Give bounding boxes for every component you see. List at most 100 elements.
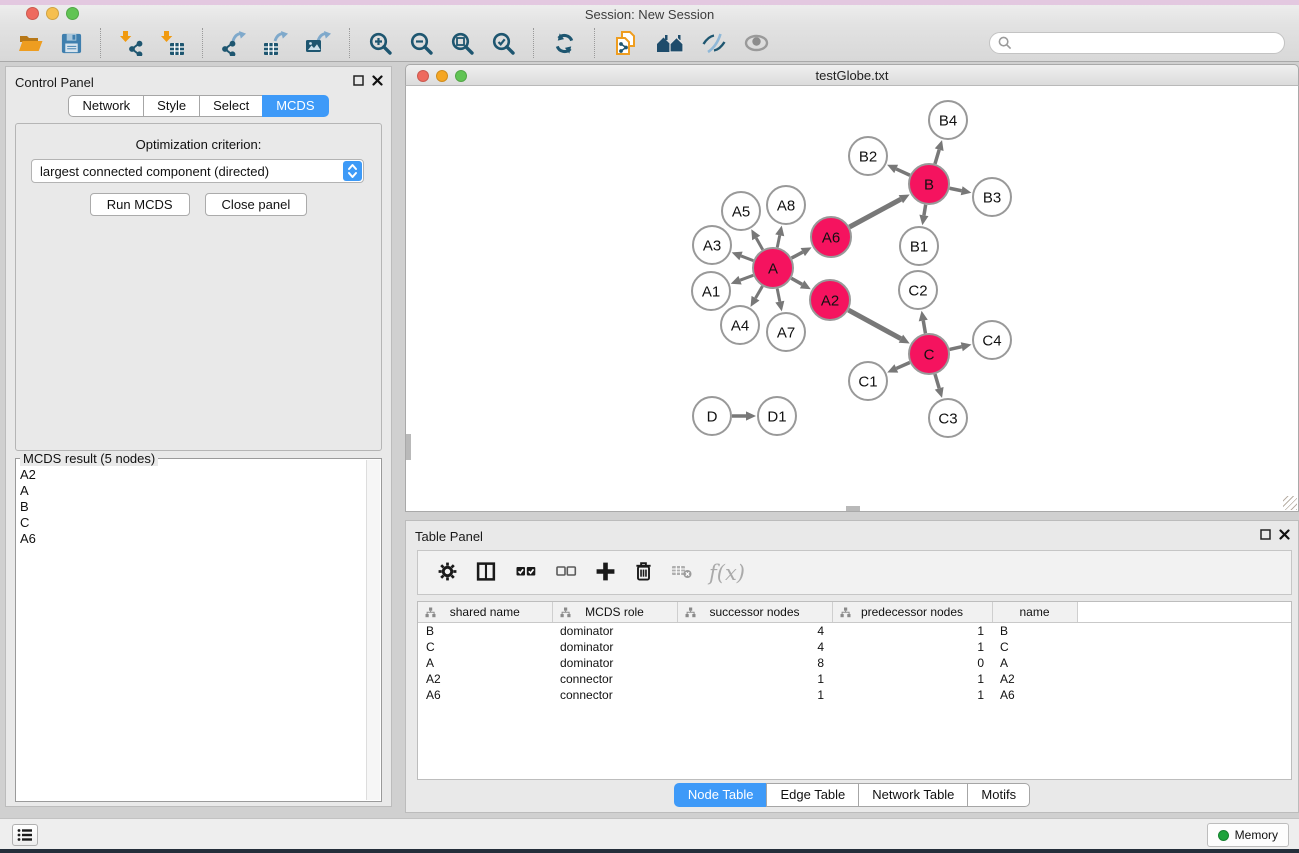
close-panel-icon[interactable]: [372, 75, 383, 86]
result-item[interactable]: A6: [18, 531, 365, 547]
result-item[interactable]: C: [18, 515, 365, 531]
table-cell: 4: [677, 639, 832, 655]
tab-mcds[interactable]: MCDS: [262, 95, 328, 117]
column-header-shared-name[interactable]: shared name: [418, 602, 552, 623]
window-resize-handle[interactable]: [1283, 496, 1297, 510]
graph-edge[interactable]: [896, 362, 909, 368]
optimization-criterion-dropdown[interactable]: largest connected component (directed): [31, 159, 364, 183]
select-all-columns-button[interactable]: [513, 560, 539, 586]
table-row[interactable]: Cdominator41C: [418, 639, 1291, 655]
deselect-all-columns-icon: [555, 562, 577, 584]
import-network-button[interactable]: [115, 28, 148, 58]
network-overview-button[interactable]: [652, 29, 689, 57]
search-box[interactable]: [989, 32, 1285, 54]
search-input[interactable]: [1012, 35, 1276, 51]
table-row[interactable]: Bdominator41B: [418, 623, 1291, 640]
table-tab-motifs[interactable]: Motifs: [967, 783, 1030, 807]
network-canvas[interactable]: B4B2BB3A8A5A6A3B1AA1C2A2A4A7C4CC1C3DD1: [405, 86, 1299, 512]
table-settings-button[interactable]: [435, 559, 460, 587]
graph-edge[interactable]: [935, 374, 939, 388]
export-image-button[interactable]: [301, 28, 336, 58]
network-window-titlebar[interactable]: testGlobe.txt: [405, 64, 1299, 86]
table-tab-node-table[interactable]: Node Table: [674, 783, 768, 807]
task-history-button[interactable]: [12, 824, 38, 846]
column-header-name[interactable]: name: [992, 602, 1077, 623]
add-column-button[interactable]: [593, 559, 618, 587]
open-session-button[interactable]: [14, 30, 48, 57]
result-item[interactable]: A2: [18, 467, 365, 483]
graph-edge[interactable]: [896, 169, 910, 175]
import-table-button[interactable]: [156, 28, 189, 58]
network-view-window: testGlobe.txt B4B2BB3A8A5A6A3B1AA1C2A2A4…: [405, 64, 1299, 512]
show-column-panel-button[interactable]: [474, 559, 499, 587]
graph-edge[interactable]: [792, 252, 803, 258]
column-header-predecessor-nodes[interactable]: predecessor nodes: [832, 602, 992, 623]
delete-columns-button[interactable]: [632, 558, 655, 587]
result-scrollbar[interactable]: [366, 460, 380, 800]
close-table-panel-icon[interactable]: [1279, 529, 1290, 540]
table-cell: connector: [552, 687, 677, 703]
graph-edge[interactable]: [756, 286, 763, 298]
refresh-button[interactable]: [548, 29, 581, 58]
graph-edge[interactable]: [950, 188, 962, 190]
graph-edge[interactable]: [756, 238, 763, 250]
graph-edge[interactable]: [949, 347, 961, 350]
graph-edge[interactable]: [777, 289, 780, 302]
zoom-out-icon: [409, 31, 434, 56]
result-item[interactable]: A: [18, 483, 365, 499]
tab-select[interactable]: Select: [199, 95, 263, 117]
table-row[interactable]: Adominator80A: [418, 655, 1291, 671]
result-item[interactable]: B: [18, 499, 365, 515]
import-network-icon: [119, 30, 144, 56]
graph-edge[interactable]: [848, 310, 900, 339]
export-network-button[interactable]: [217, 28, 251, 58]
mcds-result-list[interactable]: A2ABCA6: [18, 467, 365, 799]
zoom-out-button[interactable]: [405, 29, 438, 58]
graph-node-label: A3: [703, 237, 721, 254]
deselect-all-columns-button[interactable]: [553, 560, 579, 586]
tab-network[interactable]: Network: [68, 95, 144, 117]
export-table-button[interactable]: [259, 28, 293, 58]
table-cell: 8: [677, 655, 832, 671]
column-header-MCDS-role[interactable]: MCDS role: [552, 602, 677, 623]
memory-button[interactable]: Memory: [1207, 823, 1289, 847]
node-table[interactable]: shared nameMCDS rolesuccessor nodesprede…: [417, 601, 1292, 780]
graph-edge[interactable]: [741, 256, 753, 261]
float-table-panel-icon[interactable]: [1260, 529, 1271, 540]
close-panel-button[interactable]: Close panel: [205, 193, 308, 216]
table-tab-edge-table[interactable]: Edge Table: [766, 783, 859, 807]
show-graphics-details-button[interactable]: [739, 29, 774, 57]
delete-table-button[interactable]: [669, 560, 695, 585]
hide-graphics-details-button[interactable]: [697, 28, 731, 58]
table-row[interactable]: A2connector11A2: [418, 671, 1291, 687]
graph-edge[interactable]: [923, 321, 925, 334]
tab-style[interactable]: Style: [143, 95, 200, 117]
table-cell: A2: [992, 671, 1077, 687]
graph-edge[interactable]: [777, 235, 779, 247]
graph-edge[interactable]: [849, 199, 900, 227]
column-header-successor-nodes[interactable]: successor nodes: [677, 602, 832, 623]
zoom-in-button[interactable]: [364, 29, 397, 58]
float-panel-icon[interactable]: [353, 75, 364, 86]
list-icon: [17, 828, 33, 842]
table-tab-network-table[interactable]: Network Table: [858, 783, 968, 807]
graph-edge[interactable]: [935, 150, 939, 164]
table-cell-filler: [1077, 687, 1291, 703]
table-cell: dominator: [552, 639, 677, 655]
graph-edge[interactable]: [791, 278, 802, 284]
save-session-button[interactable]: [56, 30, 87, 57]
network-graph[interactable]: B4B2BB3A8A5A6A3B1AA1C2A2A4A7C4CC1C3DD1: [406, 86, 1298, 511]
canvas-horizontal-scroll-thumb[interactable]: [846, 506, 860, 511]
table-row[interactable]: A6connector11A6: [418, 687, 1291, 703]
table-cell-filler: [1077, 655, 1291, 671]
zoom-fit-button[interactable]: [446, 29, 479, 58]
app-title: Session: New Session: [0, 7, 1299, 22]
run-mcds-button[interactable]: Run MCDS: [90, 193, 190, 216]
function-builder-button[interactable]: f(x): [709, 561, 745, 585]
clone-network-button[interactable]: [609, 28, 644, 59]
graph-edge[interactable]: [924, 205, 926, 216]
graph-edge[interactable]: [740, 275, 753, 280]
zoom-selected-button[interactable]: [487, 29, 520, 58]
canvas-vertical-scroll-thumb[interactable]: [406, 434, 411, 460]
table-toolbar: f(x): [417, 550, 1292, 595]
